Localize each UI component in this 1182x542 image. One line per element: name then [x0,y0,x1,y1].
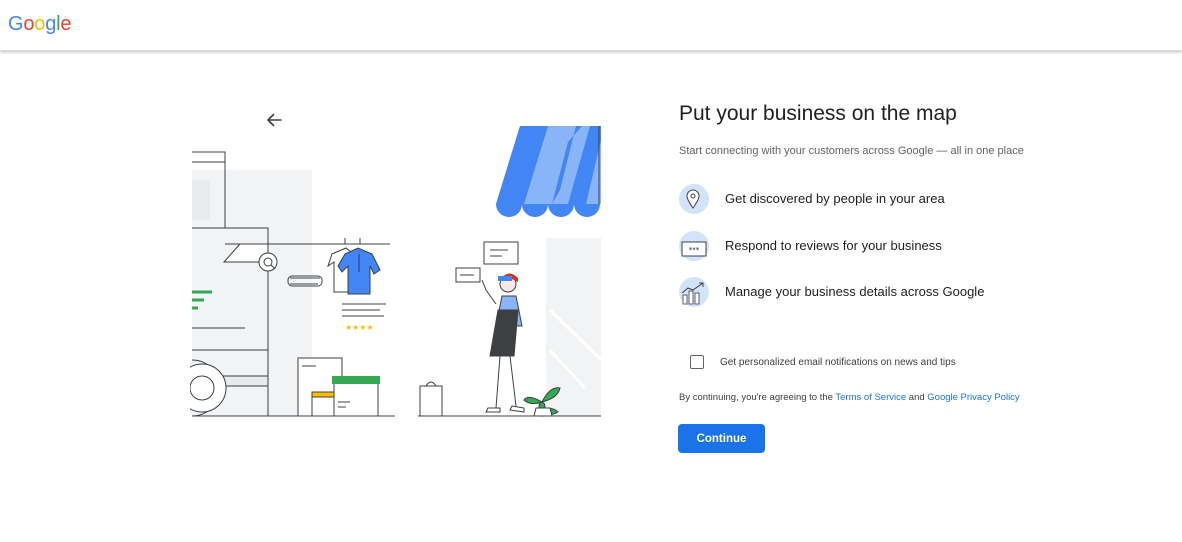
logo-letter-o1: o [23,13,35,35]
feature-item-reviews: *** Respond to reviews for your business [679,231,1099,263]
review-mask-text: *** [689,246,700,254]
logo-letter-g: G [8,13,24,35]
logo-letter-o2: o [34,13,46,35]
continue-button[interactable]: Continue [678,424,765,453]
privacy-policy-link[interactable]: Google Privacy Policy [927,392,1019,403]
feature-label: Manage your business details across Goog… [725,284,985,299]
email-notifications-label[interactable]: Get personalized email notifications on … [720,357,956,368]
legal-conjunction: and [906,392,928,403]
logo-letter-g2: g [45,13,57,35]
google-logo[interactable]: Google [8,13,72,36]
feature-item-discover: Get discovered by people in your area [679,184,1099,216]
top-header: Google [0,0,1182,51]
feature-label: Respond to reviews for your business [725,238,942,253]
review-stars-icon: *** [679,231,709,261]
growth-chart-icon [679,277,709,307]
email-notifications-checkbox[interactable] [690,355,704,369]
feature-label: Get discovered by people in your area [725,191,945,206]
page-subtitle: Start connecting with your customers acr… [679,145,1024,157]
page-title: Put your business on the map [679,102,957,125]
logo-letter-e: e [60,13,72,35]
storefront-illustration: ★★★★ [190,126,603,418]
location-pin-icon [679,184,709,214]
terms-of-service-link[interactable]: Terms of Service [835,392,906,403]
legal-text: By continuing, you're agreeing to the Te… [679,392,1020,403]
rating-stars: ★★★★ [345,323,374,332]
feature-item-manage: Manage your business details across Goog… [679,277,1099,309]
legal-prefix: By continuing, you're agreeing to the [679,392,836,403]
